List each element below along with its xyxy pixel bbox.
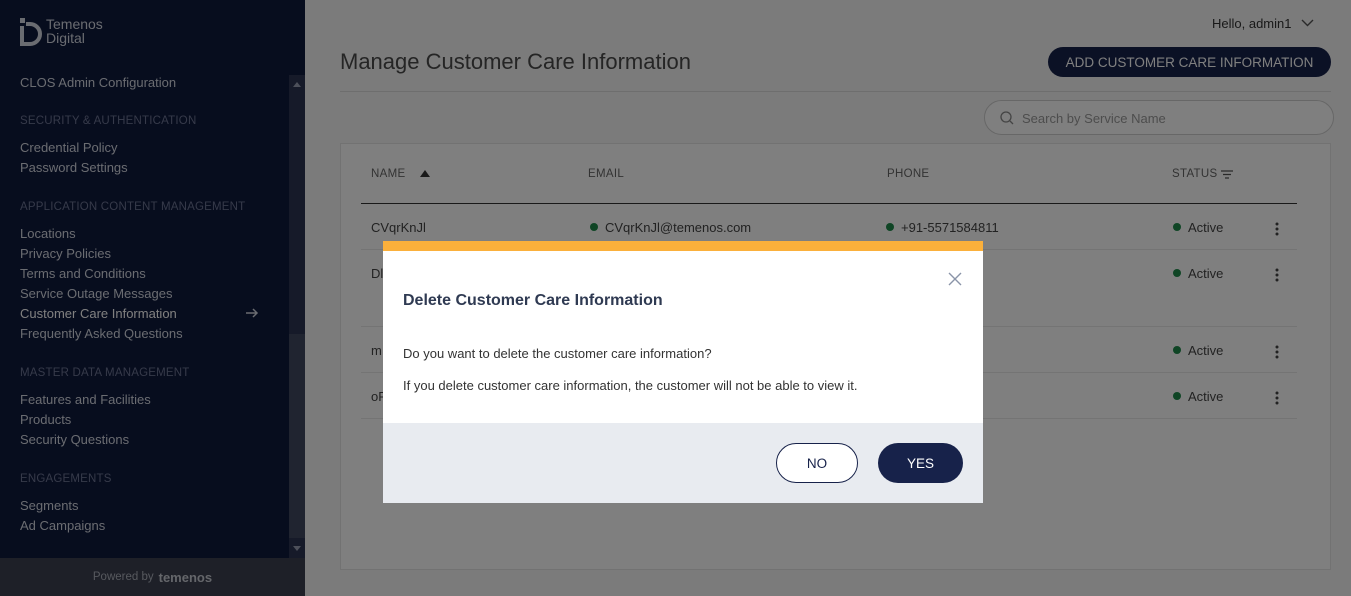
close-icon[interactable] xyxy=(948,272,962,286)
dialog-accent-bar xyxy=(383,241,983,251)
yes-button[interactable]: YES xyxy=(878,443,963,483)
dialog-title: Delete Customer Care Information xyxy=(403,292,663,309)
no-button[interactable]: NO xyxy=(776,443,858,483)
dialog-message: Do you want to delete the customer care … xyxy=(403,346,712,361)
delete-confirmation-dialog: Delete Customer Care Information Do you … xyxy=(383,241,983,503)
dialog-warning: If you delete customer care information,… xyxy=(403,378,858,393)
